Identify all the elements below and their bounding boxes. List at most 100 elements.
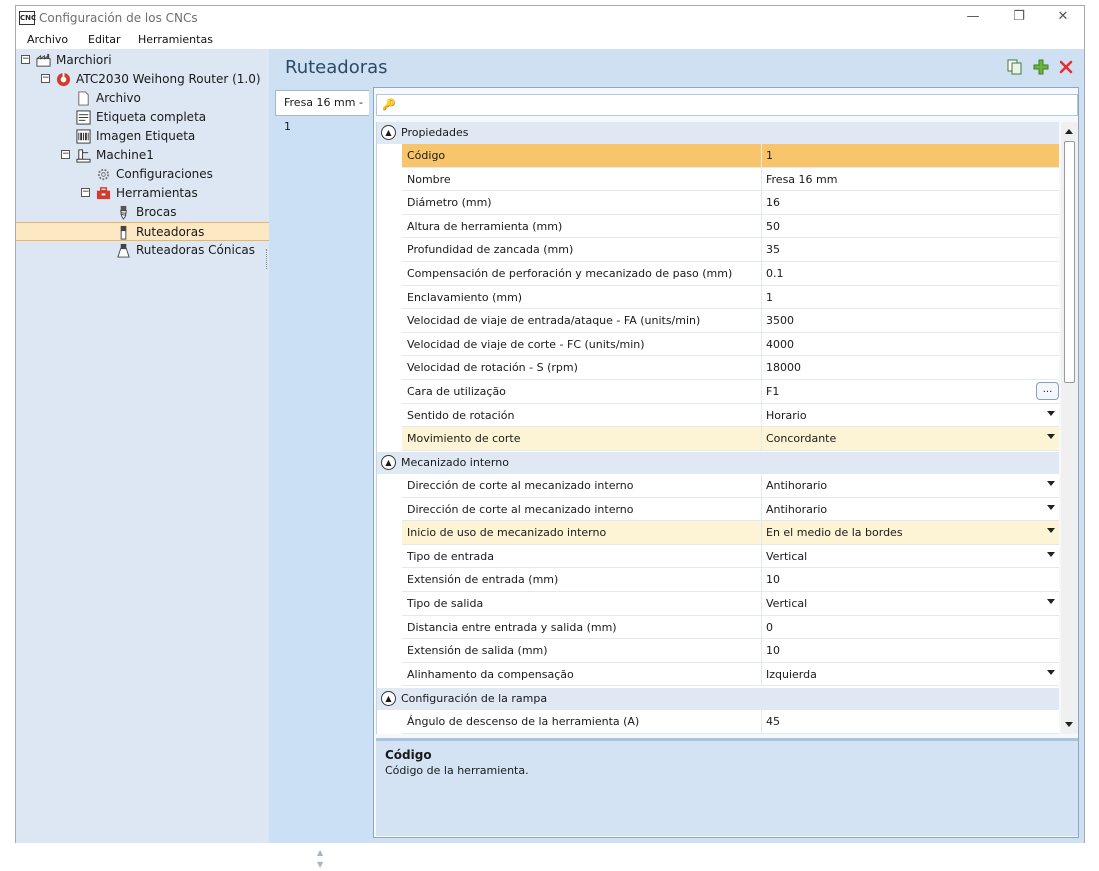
menu-archivo[interactable]: Archivo xyxy=(27,33,68,46)
collapse-icon[interactable]: − xyxy=(21,55,30,64)
tree-item-archivo[interactable]: Archivo xyxy=(16,89,269,108)
property-name: Velocidad de viaje de entrada/ataque - F… xyxy=(407,314,701,328)
tree-item-etiqueta-completa[interactable]: Etiqueta completa xyxy=(16,108,269,127)
ellipsis-button[interactable]: ... xyxy=(1036,382,1059,400)
tree-item-ruteadoras[interactable]: Ruteadoras xyxy=(16,222,269,241)
property-value[interactable]: En el medio de la bordes xyxy=(766,526,903,539)
tree-item-marchiori[interactable]: − Marchiori xyxy=(16,51,269,70)
tab-fresa-16mm[interactable]: Fresa 16 mm - 1 xyxy=(275,90,369,133)
tab-scroll-arrows[interactable]: ▲ ▼ xyxy=(317,847,323,871)
property-value[interactable]: Vertical xyxy=(766,597,807,610)
property-row[interactable]: Tipo de entrada Vertical xyxy=(402,544,1059,569)
collapse-chevron-icon[interactable]: ▲ xyxy=(381,691,396,706)
vertical-scrollbar[interactable] xyxy=(1061,122,1078,734)
dropdown-arrow-icon[interactable] xyxy=(1047,528,1055,534)
property-value[interactable]: Antihorario xyxy=(766,503,827,516)
cnc-app-icon: CNC xyxy=(19,11,36,25)
property-value[interactable]: 10 xyxy=(766,644,780,657)
delete-icon[interactable] xyxy=(1058,59,1074,75)
tree-item-brocas[interactable]: Brocas xyxy=(16,203,269,222)
copy-icon[interactable] xyxy=(1007,59,1023,75)
property-row[interactable]: Extensión de entrada (mm) 10 xyxy=(402,568,1059,592)
property-row[interactable]: Inicio de uso de mecanizado interno En el… xyxy=(402,521,1059,545)
property-value[interactable]: 4000 xyxy=(766,338,794,351)
property-value[interactable]: 10 xyxy=(766,573,780,586)
collapse-chevron-icon[interactable]: ▲ xyxy=(381,455,396,470)
tree-label: Ruteadoras Cónicas xyxy=(136,243,256,257)
property-name: Código xyxy=(407,149,446,162)
property-row[interactable]: Distancia entre entrada y salida (mm) 0 xyxy=(402,615,1059,640)
property-row[interactable]: Alinhamento da compensação Izquierda xyxy=(402,662,1059,687)
property-value[interactable]: Izquierda xyxy=(766,668,817,681)
property-row[interactable]: Compensación de perforación y mecanizado… xyxy=(402,262,1059,286)
dropdown-arrow-icon[interactable] xyxy=(1047,410,1055,416)
collapse-icon[interactable]: − xyxy=(81,188,90,197)
minimize-button[interactable]: — xyxy=(950,6,996,31)
property-row[interactable]: Enclavamiento (mm) 1 xyxy=(402,285,1059,310)
property-value[interactable]: Antihorario xyxy=(766,479,827,492)
property-row[interactable]: Dirección de corte al mecanizado interno… xyxy=(402,497,1059,522)
scroll-down-icon[interactable] xyxy=(1065,722,1073,727)
description-panel: Código Código de la herramienta. xyxy=(376,738,1078,836)
tree-item-configuraciones[interactable]: Configuraciones xyxy=(16,165,269,184)
property-value[interactable]: 1 xyxy=(766,149,773,162)
property-value[interactable]: 0 xyxy=(766,621,773,634)
menu-editar[interactable]: Editar xyxy=(88,33,121,46)
property-value[interactable]: 18000 xyxy=(766,361,801,374)
close-button[interactable]: ✕ xyxy=(1040,6,1086,31)
add-icon[interactable] xyxy=(1033,59,1049,75)
property-search-bar[interactable]: 🔑 xyxy=(376,94,1078,116)
property-value[interactable]: Concordante xyxy=(766,432,836,445)
property-row[interactable]: Extensión de salida (mm) 10 xyxy=(402,639,1059,663)
dropdown-arrow-icon[interactable] xyxy=(1047,481,1055,486)
dropdown-arrow-icon[interactable] xyxy=(1047,434,1055,440)
scroll-thumb[interactable] xyxy=(1064,141,1075,383)
dropdown-arrow-icon[interactable] xyxy=(1047,669,1055,675)
property-value[interactable]: 35 xyxy=(766,243,780,256)
property-row[interactable]: Altura de herramienta (mm) 50 xyxy=(402,214,1059,239)
dropdown-arrow-icon[interactable] xyxy=(1047,504,1055,510)
tree-label: Brocas xyxy=(136,205,177,219)
property-row[interactable]: Sentido de rotación Horario xyxy=(402,403,1059,428)
restore-button[interactable]: ❐ xyxy=(996,6,1042,31)
property-row[interactable]: Tipo de salida Vertical xyxy=(402,592,1059,616)
property-value[interactable]: 45 xyxy=(766,715,780,728)
property-row[interactable]: Nombre Fresa 16 mm xyxy=(402,167,1059,192)
collapse-icon[interactable]: − xyxy=(61,150,70,159)
property-row[interactable]: Diámetro (mm) 16 xyxy=(402,191,1059,215)
property-value[interactable]: 0.1 xyxy=(766,267,784,280)
property-value[interactable]: Vertical xyxy=(766,550,807,563)
property-row[interactable]: Cara de utilização F1... xyxy=(402,380,1059,404)
tree-item-herramientas[interactable]: − Herramientas xyxy=(16,184,269,203)
collapse-icon[interactable]: − xyxy=(41,74,50,83)
tree-item-machine[interactable]: − ATC2030 Weihong Router (1.0) xyxy=(16,70,269,89)
tree-item-imagen-etiqueta[interactable]: Imagen Etiqueta xyxy=(16,127,269,146)
property-row[interactable]: Dirección de corte al mecanizado interno… xyxy=(402,474,1059,498)
scroll-up-icon[interactable] xyxy=(1065,129,1073,134)
property-row[interactable]: Velocidad de viaje de entrada/ataque - F… xyxy=(402,309,1059,333)
property-value[interactable]: 16 xyxy=(766,196,780,209)
property-row[interactable]: Movimiento de corte Concordante xyxy=(402,427,1059,451)
tree-item-machine1[interactable]: − Machine1 xyxy=(16,146,269,165)
property-row[interactable]: Código 1 xyxy=(402,144,1059,168)
property-row[interactable]: Ángulo de descenso de la herramienta (A)… xyxy=(402,710,1059,734)
menu-herramientas[interactable]: Herramientas xyxy=(138,33,213,46)
property-value[interactable]: Horario xyxy=(766,409,807,422)
category-propiedades[interactable]: ▲ Propiedades xyxy=(377,122,1059,144)
property-name: Distancia entre entrada y salida (mm) xyxy=(407,620,617,634)
property-row[interactable]: Profundidad de zancada (mm) 35 xyxy=(402,238,1059,262)
tree-label: Archivo xyxy=(96,91,141,105)
property-row[interactable]: Velocidad de rotación - S (rpm) 18000 xyxy=(402,356,1059,380)
collapse-chevron-icon[interactable]: ▲ xyxy=(381,125,396,140)
tree-item-ruteadoras-conicas[interactable]: Ruteadoras Cónicas xyxy=(16,241,269,260)
property-value[interactable]: 1 xyxy=(766,291,773,304)
property-value[interactable]: 3500 xyxy=(766,314,794,327)
dropdown-arrow-icon[interactable] xyxy=(1047,551,1055,557)
property-row[interactable]: Velocidad de viaje de corte - FC (units/… xyxy=(402,332,1059,357)
property-value[interactable]: 50 xyxy=(766,220,780,233)
dropdown-arrow-icon[interactable] xyxy=(1047,599,1055,604)
property-value[interactable]: F1 xyxy=(766,385,779,398)
category-mecanizado-interno[interactable]: ▲ Mecanizado interno xyxy=(377,452,1059,474)
property-value[interactable]: Fresa 16 mm xyxy=(766,173,837,186)
category-rampa[interactable]: ▲ Configuración de la rampa xyxy=(377,688,1059,710)
